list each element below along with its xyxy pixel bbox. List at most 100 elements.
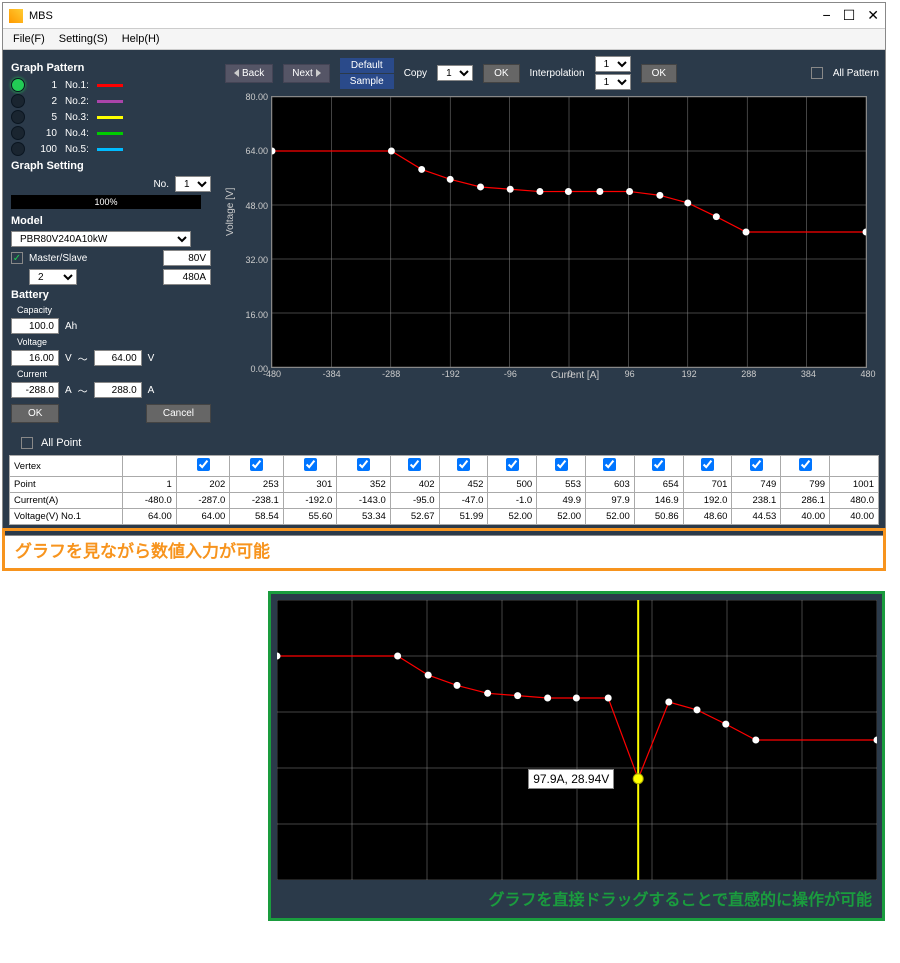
voltage-cell[interactable]: 58.54 — [230, 509, 284, 525]
vertex-check[interactable] — [701, 458, 714, 471]
all-point-check[interactable] — [21, 437, 33, 449]
sample-tab[interactable]: Sample — [340, 74, 394, 89]
point-cell[interactable]: 701 — [683, 477, 732, 493]
voltage-cell[interactable]: 50.86 — [634, 509, 683, 525]
pattern-dot[interactable] — [11, 126, 25, 140]
voltage-cell[interactable]: 52.00 — [488, 509, 537, 525]
voltage-cell[interactable]: 55.60 — [283, 509, 337, 525]
close-button[interactable]: ✕ — [867, 7, 879, 24]
voltage-cell[interactable]: 40.00 — [781, 509, 830, 525]
vertex-check[interactable] — [408, 458, 421, 471]
voltage-cell[interactable]: 44.53 — [732, 509, 781, 525]
pattern-dot[interactable] — [11, 78, 25, 92]
point-cell[interactable]: 202 — [176, 477, 230, 493]
point-cell[interactable]: 352 — [337, 477, 391, 493]
vertex-check[interactable] — [799, 458, 812, 471]
maximize-button[interactable]: ☐ — [843, 7, 856, 24]
menu-file[interactable]: File(F) — [13, 33, 45, 45]
copy-ok-button[interactable]: OK — [483, 64, 519, 83]
pattern-num: 2 — [33, 96, 57, 107]
current-cell[interactable]: 286.1 — [781, 493, 830, 509]
vertex-check[interactable] — [603, 458, 616, 471]
vertex-check[interactable] — [506, 458, 519, 471]
current-max[interactable] — [94, 382, 142, 398]
menu-help[interactable]: Help(H) — [122, 33, 160, 45]
voltage-cell[interactable]: 52.67 — [390, 509, 439, 525]
model-select[interactable]: PBR80V240A10kW — [11, 231, 191, 247]
current-cell[interactable]: -143.0 — [337, 493, 391, 509]
interp-bot-select[interactable]: 1 — [595, 74, 631, 90]
menu-setting[interactable]: Setting(S) — [59, 33, 108, 45]
vertex-check[interactable] — [555, 458, 568, 471]
current-cell[interactable]: -95.0 — [390, 493, 439, 509]
voltage-cell[interactable]: 53.34 — [337, 509, 391, 525]
current-cell[interactable]: 49.9 — [537, 493, 586, 509]
vertex-check[interactable] — [652, 458, 665, 471]
cancel-button[interactable]: Cancel — [146, 404, 211, 423]
current-cell[interactable]: -1.0 — [488, 493, 537, 509]
pattern-dot[interactable] — [11, 110, 25, 124]
capacity-unit: Ah — [65, 321, 77, 332]
current-cell[interactable]: -192.0 — [283, 493, 337, 509]
point-cell[interactable]: 603 — [586, 477, 635, 493]
current-min[interactable] — [11, 382, 59, 398]
point-cell[interactable]: 1 — [123, 477, 177, 493]
current-cell[interactable]: -47.0 — [439, 493, 488, 509]
point-cell[interactable]: 654 — [634, 477, 683, 493]
interp-ok-button[interactable]: OK — [641, 64, 677, 83]
voltage-min[interactable] — [11, 350, 59, 366]
point-cell[interactable]: 749 — [732, 477, 781, 493]
all-pattern-check[interactable] — [811, 67, 823, 79]
point-cell[interactable]: 553 — [537, 477, 586, 493]
voltage-cell[interactable]: 52.00 — [586, 509, 635, 525]
ms-select[interactable]: 2 — [29, 269, 77, 285]
pattern-num: 100 — [33, 144, 57, 155]
vertex-check[interactable] — [304, 458, 317, 471]
current-cell[interactable]: -480.0 — [123, 493, 177, 509]
point-cell[interactable]: 1001 — [830, 477, 879, 493]
voltage-max[interactable] — [94, 350, 142, 366]
current-cell[interactable]: -238.1 — [230, 493, 284, 509]
main-panel: Back Next Default Sample Copy 1 OK Inter… — [219, 50, 885, 431]
interp-top-select[interactable]: 1 — [595, 56, 631, 72]
current-cell[interactable]: 146.9 — [634, 493, 683, 509]
ok-button[interactable]: OK — [11, 404, 59, 423]
vertex-check[interactable] — [750, 458, 763, 471]
voltage-current-chart[interactable]: 0.0016.0032.0048.0064.0080.00-480-384-28… — [271, 96, 867, 368]
vertex-check[interactable] — [197, 458, 210, 471]
zoom-chart[interactable]: 97.9A, 28.94V — [277, 600, 877, 880]
vertex-check[interactable] — [357, 458, 370, 471]
pattern-dot[interactable] — [11, 142, 25, 156]
current-cell[interactable]: 480.0 — [830, 493, 879, 509]
minimize-button[interactable]: − — [823, 7, 831, 24]
next-button[interactable]: Next — [283, 64, 330, 83]
current-cell[interactable]: 192.0 — [683, 493, 732, 509]
default-tab[interactable]: Default — [340, 58, 394, 73]
point-cell[interactable]: 301 — [283, 477, 337, 493]
color-swatch — [97, 148, 123, 151]
pattern-dot[interactable] — [11, 94, 25, 108]
point-cell[interactable]: 253 — [230, 477, 284, 493]
current-cell[interactable]: -287.0 — [176, 493, 230, 509]
vertex-check[interactable] — [250, 458, 263, 471]
vertex-check[interactable] — [457, 458, 470, 471]
capacity-input[interactable] — [11, 318, 59, 334]
copy-select[interactable]: 1 — [437, 65, 473, 81]
point-cell[interactable]: 452 — [439, 477, 488, 493]
voltage-cell[interactable]: 64.00 — [123, 509, 177, 525]
current-cell[interactable]: 238.1 — [732, 493, 781, 509]
current-cell[interactable]: 97.9 — [586, 493, 635, 509]
voltage-cell[interactable]: 40.00 — [830, 509, 879, 525]
point-cell[interactable]: 799 — [781, 477, 830, 493]
point-cell[interactable]: 500 — [488, 477, 537, 493]
no-select[interactable]: 1 — [175, 176, 211, 192]
voltage-cell[interactable]: 51.99 — [439, 509, 488, 525]
voltage-cell[interactable]: 52.00 — [537, 509, 586, 525]
master-slave-check[interactable] — [11, 252, 23, 264]
voltage-cell[interactable]: 48.60 — [683, 509, 732, 525]
ms-current[interactable] — [163, 269, 211, 285]
point-cell[interactable]: 402 — [390, 477, 439, 493]
back-button[interactable]: Back — [225, 64, 273, 83]
ms-voltage[interactable] — [163, 250, 211, 266]
voltage-cell[interactable]: 64.00 — [176, 509, 230, 525]
